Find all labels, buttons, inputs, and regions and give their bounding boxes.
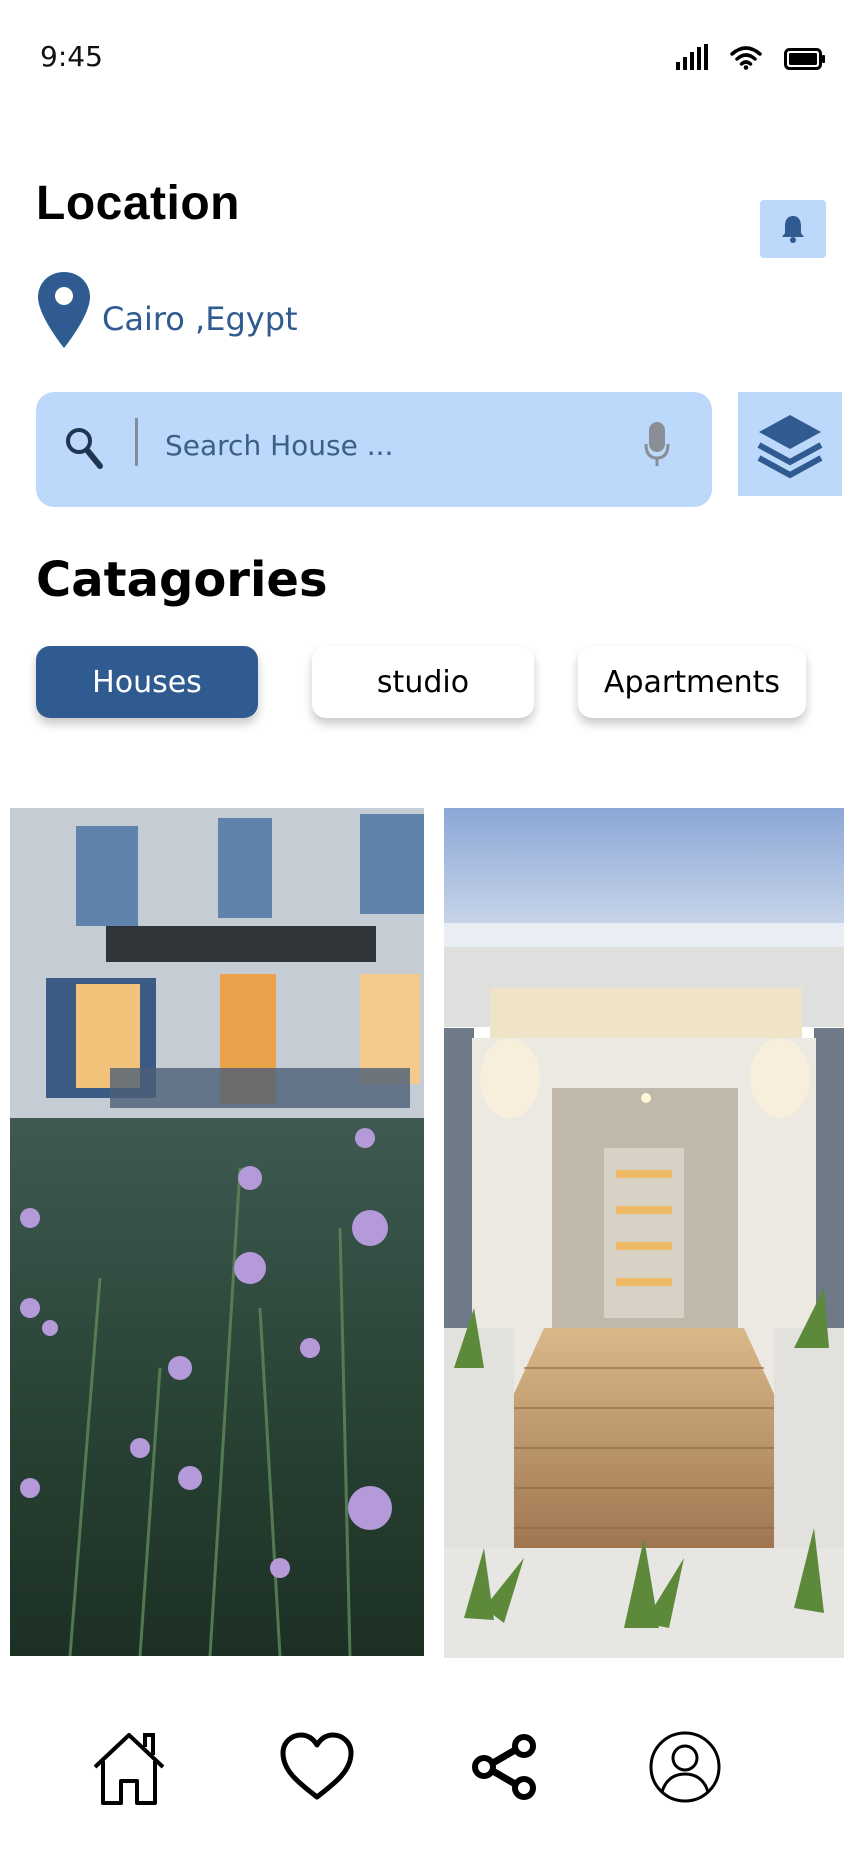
categories-title: Catagories — [36, 552, 328, 608]
house-with-wildflowers-photo — [10, 808, 424, 1656]
listing-card-entrance[interactable] — [444, 808, 844, 1658]
category-chip-houses[interactable]: Houses — [36, 646, 258, 718]
location-pin-icon — [38, 272, 90, 348]
share-icon — [472, 1734, 536, 1800]
battery-icon — [784, 48, 825, 70]
home-icon — [93, 1733, 165, 1805]
page-title: Location — [36, 177, 240, 230]
profile-icon — [649, 1731, 721, 1803]
nav-favorites[interactable] — [272, 1722, 362, 1812]
bell-icon — [782, 216, 804, 243]
nav-profile[interactable] — [640, 1722, 730, 1812]
notifications-button[interactable] — [760, 200, 826, 258]
category-chip-apartments[interactable]: Apartments — [578, 646, 806, 718]
listing-card-house[interactable] — [10, 808, 424, 1656]
microphone-icon[interactable] — [644, 420, 670, 468]
modern-house-entrance-photo — [444, 808, 844, 1658]
status-icons — [676, 44, 826, 70]
nav-share[interactable] — [460, 1722, 550, 1812]
signal-icon — [676, 44, 708, 70]
nav-home[interactable] — [84, 1722, 174, 1812]
wifi-icon — [730, 46, 762, 70]
heart-icon — [280, 1732, 354, 1800]
search-icon[interactable] — [62, 424, 106, 472]
location-label[interactable]: Cairo ,Egypt — [102, 300, 298, 338]
layers-icon — [757, 415, 823, 479]
filter-button[interactable] — [738, 392, 842, 496]
status-time: 9:45 — [40, 40, 103, 73]
search-input[interactable] — [163, 420, 627, 470]
search-divider — [135, 418, 138, 466]
category-chip-studio[interactable]: studio — [312, 646, 534, 718]
